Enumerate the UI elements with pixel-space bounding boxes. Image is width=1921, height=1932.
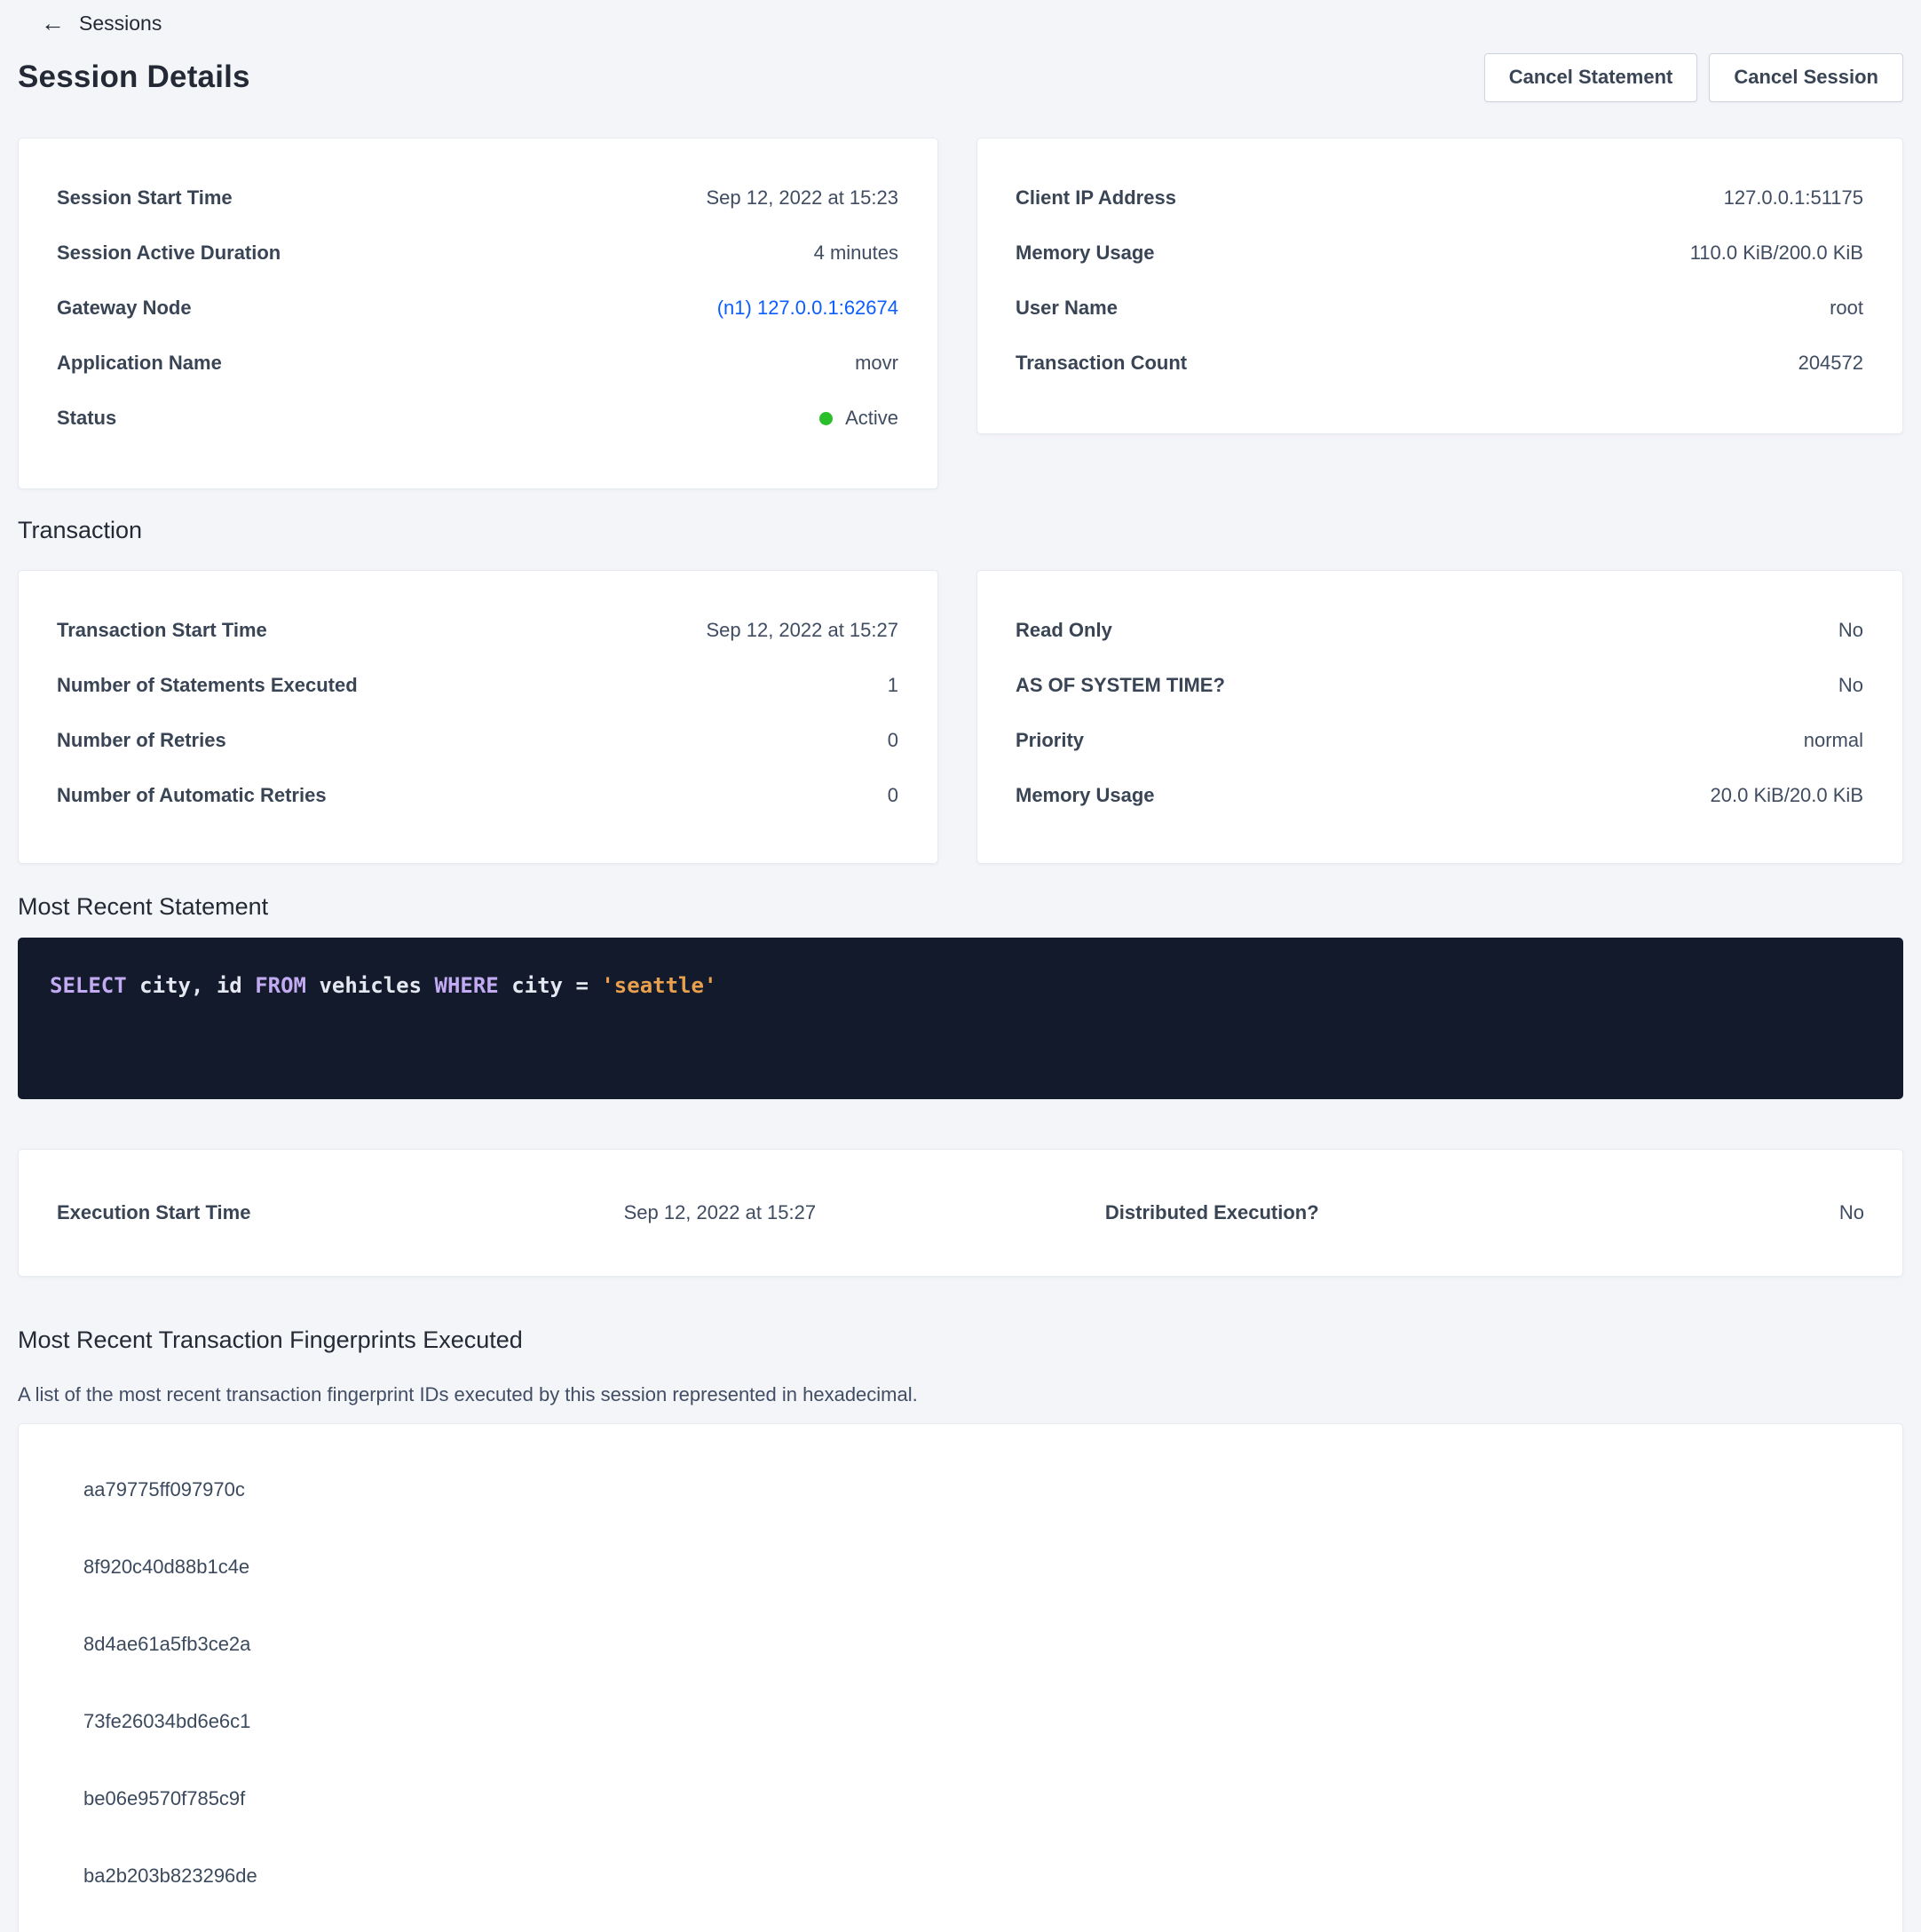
row-label: Application Name <box>57 352 222 375</box>
fingerprint-item: 8d4ae61a5fb3ce2a <box>19 1605 1902 1683</box>
statement-section-heading: Most Recent Statement <box>18 891 1903 922</box>
row-label: Memory Usage <box>1016 784 1155 807</box>
fingerprint-item: aa79775ff097970c <box>19 1451 1902 1528</box>
row-value: 0 <box>888 784 898 807</box>
distributed-execution-pair: Distributed Execution? No <box>1105 1201 1864 1224</box>
row-label: Session Active Duration <box>57 242 281 265</box>
summary-row: Memory Usage 20.0 KiB/20.0 KiB <box>1016 768 1863 823</box>
fingerprints-description: A list of the most recent transaction fi… <box>18 1382 1903 1407</box>
summary-row: Memory Usage 110.0 KiB/200.0 KiB <box>1016 226 1863 281</box>
row-label: Session Start Time <box>57 186 233 210</box>
summary-row: Status Active <box>57 391 898 446</box>
row-label: Client IP Address <box>1016 186 1176 210</box>
cancel-session-button[interactable]: Cancel Session <box>1709 53 1903 102</box>
execution-card: Execution Start Time Sep 12, 2022 at 15:… <box>18 1149 1903 1277</box>
sql-statement-box: SELECT city, id FROM vehicles WHERE city… <box>18 938 1903 1099</box>
summary-section: Session Start Time Sep 12, 2022 at 15:23… <box>18 138 1903 489</box>
summary-row: User Name root <box>1016 281 1863 336</box>
sql-text: city = <box>499 973 602 998</box>
row-label: User Name <box>1016 297 1118 320</box>
summary-row: Read Only No <box>1016 603 1863 658</box>
row-label: Execution Start Time <box>57 1201 250 1224</box>
summary-row: Transaction Start Time Sep 12, 2022 at 1… <box>57 603 898 658</box>
row-label: Number of Retries <box>57 729 226 752</box>
row-label: AS OF SYSTEM TIME? <box>1016 674 1225 697</box>
sql-text: vehicles <box>306 973 435 998</box>
row-value: Sep 12, 2022 at 15:23 <box>706 186 898 210</box>
execution-start-time-pair: Execution Start Time Sep 12, 2022 at 15:… <box>57 1201 816 1224</box>
row-value: No <box>1838 619 1863 642</box>
status-badge: Active <box>845 407 898 430</box>
fingerprint-item: ba2b203b823296de <box>19 1837 1902 1914</box>
row-value: root <box>1830 297 1863 320</box>
row-value: 1 <box>888 674 898 697</box>
row-value: 204572 <box>1798 352 1863 375</box>
status-active-dot-icon <box>819 412 833 425</box>
gateway-node-link[interactable]: (n1) 127.0.0.1:62674 <box>717 297 898 320</box>
header-actions: Cancel Statement Cancel Session <box>1484 53 1903 102</box>
fingerprint-item: 8f920c40d88b1c4e <box>19 1528 1902 1605</box>
client-summary-card: Client IP Address 127.0.0.1:51175 Memory… <box>976 138 1903 434</box>
summary-row: Transaction Count 204572 <box>1016 336 1863 391</box>
back-arrow-icon[interactable]: ← <box>41 12 65 36</box>
row-value: 127.0.0.1:51175 <box>1724 186 1863 210</box>
cancel-statement-button[interactable]: Cancel Statement <box>1484 53 1698 102</box>
summary-row: Session Start Time Sep 12, 2022 at 15:23 <box>57 170 898 226</box>
row-value: 20.0 KiB/20.0 KiB <box>1711 784 1863 807</box>
sql-keyword: WHERE <box>435 973 499 998</box>
row-label: Transaction Count <box>1016 352 1187 375</box>
row-label: Status <box>57 407 116 430</box>
sql-keyword: FROM <box>255 973 306 998</box>
summary-row: AS OF SYSTEM TIME? No <box>1016 658 1863 713</box>
back-label[interactable]: Sessions <box>79 12 162 36</box>
summary-row: Priority normal <box>1016 713 1863 768</box>
fingerprints-card: aa79775ff097970c 8f920c40d88b1c4e 8d4ae6… <box>18 1423 1903 1932</box>
summary-row: Gateway Node (n1) 127.0.0.1:62674 <box>57 281 898 336</box>
sql-string-literal: 'seattle' <box>601 973 716 998</box>
summary-row: Number of Automatic Retries 0 <box>57 768 898 823</box>
summary-row: Session Active Duration 4 minutes <box>57 226 898 281</box>
row-label: Gateway Node <box>57 297 192 320</box>
row-value: Sep 12, 2022 at 15:27 <box>624 1201 817 1224</box>
transaction-section: Transaction Start Time Sep 12, 2022 at 1… <box>18 570 1903 864</box>
row-label: Read Only <box>1016 619 1112 642</box>
row-value: movr <box>855 352 898 375</box>
summary-row: Number of Statements Executed 1 <box>57 658 898 713</box>
status-value: Active <box>819 407 898 430</box>
transaction-section-heading: Transaction <box>18 515 1903 545</box>
row-value: normal <box>1804 729 1863 752</box>
row-label: Priority <box>1016 729 1084 752</box>
row-value: No <box>1839 1201 1864 1224</box>
row-value: No <box>1838 674 1863 697</box>
page-header: Session Details Cancel Statement Cancel … <box>18 51 1903 103</box>
back-to-sessions-link[interactable]: ← Sessions <box>41 12 162 36</box>
fingerprints-section-heading: Most Recent Transaction Fingerprints Exe… <box>18 1325 1903 1355</box>
top-nav: ← Sessions <box>18 9 1903 37</box>
transaction-right-card: Read Only No AS OF SYSTEM TIME? No Prior… <box>976 570 1903 864</box>
transaction-left-card: Transaction Start Time Sep 12, 2022 at 1… <box>18 570 938 864</box>
row-label: Number of Statements Executed <box>57 674 358 697</box>
sql-keyword: SELECT <box>50 973 127 998</box>
row-label: Transaction Start Time <box>57 619 267 642</box>
row-value: 110.0 KiB/200.0 KiB <box>1690 242 1863 265</box>
row-label: Memory Usage <box>1016 242 1155 265</box>
summary-row: Application Name movr <box>57 336 898 391</box>
sql-text: city, id <box>127 973 256 998</box>
row-value: Sep 12, 2022 at 15:27 <box>706 619 898 642</box>
row-label: Distributed Execution? <box>1105 1201 1319 1224</box>
summary-row: Client IP Address 127.0.0.1:51175 <box>1016 170 1863 226</box>
fingerprint-item: 73fe26034bd6e6c1 <box>19 1683 1902 1760</box>
row-label: Number of Automatic Retries <box>57 784 327 807</box>
row-value: 0 <box>888 729 898 752</box>
summary-row: Number of Retries 0 <box>57 713 898 768</box>
fingerprint-item: be06e9570f785c9f <box>19 1760 1902 1837</box>
page-title: Session Details <box>18 59 250 95</box>
session-summary-card: Session Start Time Sep 12, 2022 at 15:23… <box>18 138 938 489</box>
row-value: 4 minutes <box>814 242 898 265</box>
